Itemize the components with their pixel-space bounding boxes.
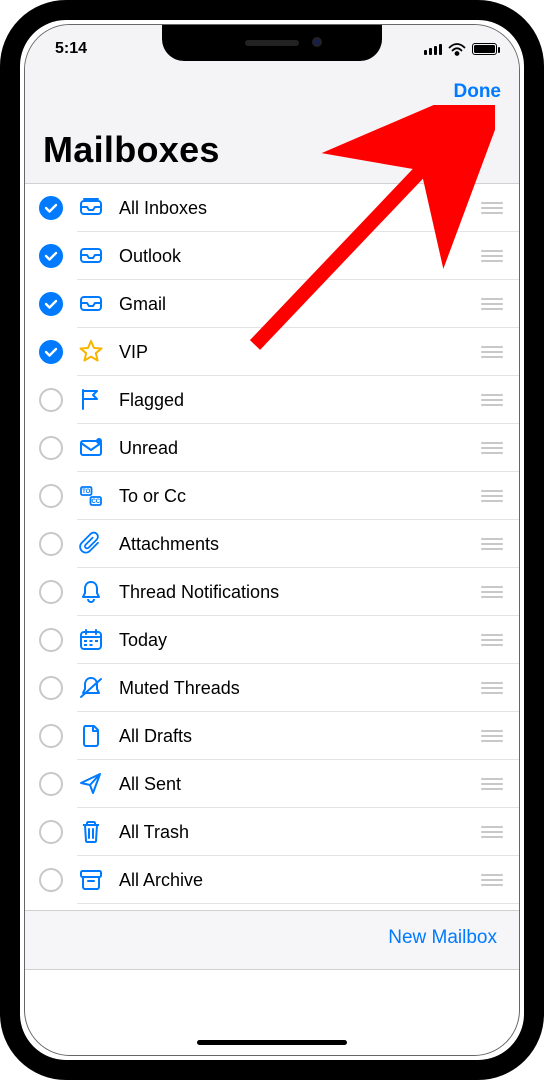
drag-handle-icon[interactable] [481, 778, 503, 790]
mailbox-label: All Inboxes [119, 198, 481, 219]
mailbox-row-thread-notifications[interactable]: Thread Notifications [25, 568, 519, 616]
toolbar: New Mailbox [25, 910, 519, 970]
checkbox[interactable] [39, 532, 63, 556]
checkbox[interactable] [39, 388, 63, 412]
mailbox-label: Today [119, 630, 481, 651]
checkbox[interactable] [39, 196, 63, 220]
archive-icon [77, 867, 105, 893]
all-inboxes-icon [77, 195, 105, 221]
inbox-icon [77, 243, 105, 269]
mailbox-label: All Archive [119, 870, 481, 891]
paperplane-icon [77, 771, 105, 797]
done-button[interactable]: Done [454, 81, 502, 103]
mailbox-label: VIP [119, 342, 481, 363]
drag-handle-icon[interactable] [481, 634, 503, 646]
checkbox[interactable] [39, 772, 63, 796]
wifi-icon [448, 43, 466, 56]
mailbox-row-attachments[interactable]: Attachments [25, 520, 519, 568]
drag-handle-icon[interactable] [481, 538, 503, 550]
checkbox[interactable] [39, 340, 63, 364]
mailbox-label: Muted Threads [119, 678, 481, 699]
mailbox-row-all-sent[interactable]: All Sent [25, 760, 519, 808]
bell-slash-icon [77, 675, 105, 701]
mailbox-label: Thread Notifications [119, 582, 481, 603]
drag-handle-icon[interactable] [481, 442, 503, 454]
mailbox-row-all-archive[interactable]: All Archive [25, 856, 519, 904]
flag-icon [77, 387, 105, 413]
page-title: Mailboxes [43, 129, 501, 175]
trash-icon [77, 819, 105, 845]
unread-icon [77, 435, 105, 461]
drag-handle-icon[interactable] [481, 826, 503, 838]
nav-bar: Done Mailboxes [25, 67, 519, 184]
mailbox-row-all-inboxes[interactable]: All Inboxes [25, 184, 519, 232]
drag-handle-icon[interactable] [481, 730, 503, 742]
mailbox-row-outlook[interactable]: Outlook [25, 232, 519, 280]
checkbox[interactable] [39, 676, 63, 700]
mailbox-row-today[interactable]: Today [25, 616, 519, 664]
drag-handle-icon[interactable] [481, 874, 503, 886]
mailbox-label: Outlook [119, 246, 481, 267]
drag-handle-icon[interactable] [481, 250, 503, 262]
mailbox-row-muted-threads[interactable]: Muted Threads [25, 664, 519, 712]
mailbox-row-gmail[interactable]: Gmail [25, 280, 519, 328]
mailbox-label: Gmail [119, 294, 481, 315]
mailbox-label: To or Cc [119, 486, 481, 507]
status-time: 5:14 [55, 40, 87, 58]
checkbox[interactable] [39, 580, 63, 604]
mailbox-label: All Sent [119, 774, 481, 795]
bell-icon [77, 579, 105, 605]
calendar-icon [77, 627, 105, 653]
paperclip-icon [77, 531, 105, 557]
to-cc-icon [77, 483, 105, 509]
mailbox-row-vip[interactable]: VIP [25, 328, 519, 376]
home-indicator[interactable] [197, 1040, 347, 1045]
new-mailbox-button[interactable]: New Mailbox [388, 927, 497, 949]
document-icon [77, 723, 105, 749]
checkbox[interactable] [39, 868, 63, 892]
notch [162, 25, 382, 61]
mailbox-label: Attachments [119, 534, 481, 555]
checkbox[interactable] [39, 628, 63, 652]
drag-handle-icon[interactable] [481, 394, 503, 406]
checkbox[interactable] [39, 484, 63, 508]
mailbox-label: Unread [119, 438, 481, 459]
mailbox-row-all-trash[interactable]: All Trash [25, 808, 519, 856]
drag-handle-icon[interactable] [481, 298, 503, 310]
mailbox-row-flagged[interactable]: Flagged [25, 376, 519, 424]
mailbox-list: All Inboxes Outlook Gmail VIP Flagged Unread T… [25, 184, 519, 904]
checkbox[interactable] [39, 436, 63, 460]
device-frame: 5:14 Done Mailboxes All Inboxes Outlook Gm… [0, 0, 544, 1080]
mailbox-row-all-drafts[interactable]: All Drafts [25, 712, 519, 760]
drag-handle-icon[interactable] [481, 346, 503, 358]
drag-handle-icon[interactable] [481, 202, 503, 214]
checkbox[interactable] [39, 244, 63, 268]
inbox-icon [77, 291, 105, 317]
checkbox[interactable] [39, 724, 63, 748]
mailbox-row-unread[interactable]: Unread [25, 424, 519, 472]
mailbox-label: All Trash [119, 822, 481, 843]
mailbox-row-to-or-cc[interactable]: To or Cc [25, 472, 519, 520]
cellular-signal-icon [424, 43, 442, 55]
star-icon [77, 339, 105, 365]
drag-handle-icon[interactable] [481, 682, 503, 694]
checkbox[interactable] [39, 292, 63, 316]
checkbox[interactable] [39, 820, 63, 844]
mailbox-label: Flagged [119, 390, 481, 411]
mailbox-label: All Drafts [119, 726, 481, 747]
drag-handle-icon[interactable] [481, 586, 503, 598]
drag-handle-icon[interactable] [481, 490, 503, 502]
battery-icon [472, 43, 497, 55]
